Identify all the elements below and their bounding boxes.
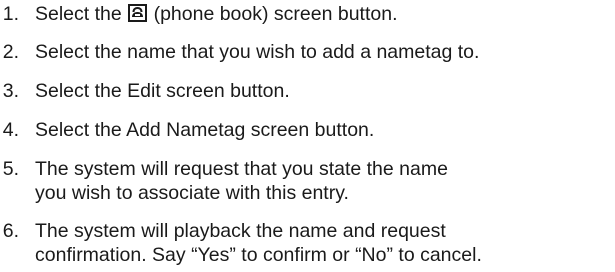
step-text-after-icon: (phone book) screen button. [153,3,398,25]
step-text-line: The system will playback the name and re… [35,220,446,242]
step-3: 3. Select the Edit screen button. [0,80,612,102]
step-text: Select the Add Nametag screen button. [35,119,375,141]
step-6: 6. The system will playback the name and… [0,220,612,266]
step-number: 6. [2,220,19,242]
step-text-line: you wish to associate with this entry. [35,182,349,204]
step-text: The system will playback the name and re… [35,220,612,266]
instruction-steps-list: 1. Select the (phone book) screen button… [0,0,615,272]
step-text-before-icon: Select the [35,3,122,25]
step-1: 1. Select the (phone book) screen button… [0,3,612,25]
step-number: 5. [2,158,19,180]
step-number: 2. [2,41,19,63]
step-text: Select the (phone book) screen button. [35,3,612,25]
step-number: 1. [2,3,19,25]
step-text-line: confirmation. Say “Yes” to confirm or “N… [35,244,482,266]
step-number: 4. [2,119,19,141]
step-text-line: The system will request that you state t… [35,158,448,180]
step-5: 5. The system will request that you stat… [0,158,612,204]
step-4: 4. Select the Add Nametag screen button. [0,119,612,141]
step-number: 3. [2,80,19,102]
phonebook-icon [128,4,148,22]
step-2: 2. Select the name that you wish to add … [0,41,612,63]
step-text: Select the Edit screen button. [35,80,290,102]
step-text: Select the name that you wish to add a n… [35,41,480,63]
step-text: The system will request that you state t… [35,158,612,204]
